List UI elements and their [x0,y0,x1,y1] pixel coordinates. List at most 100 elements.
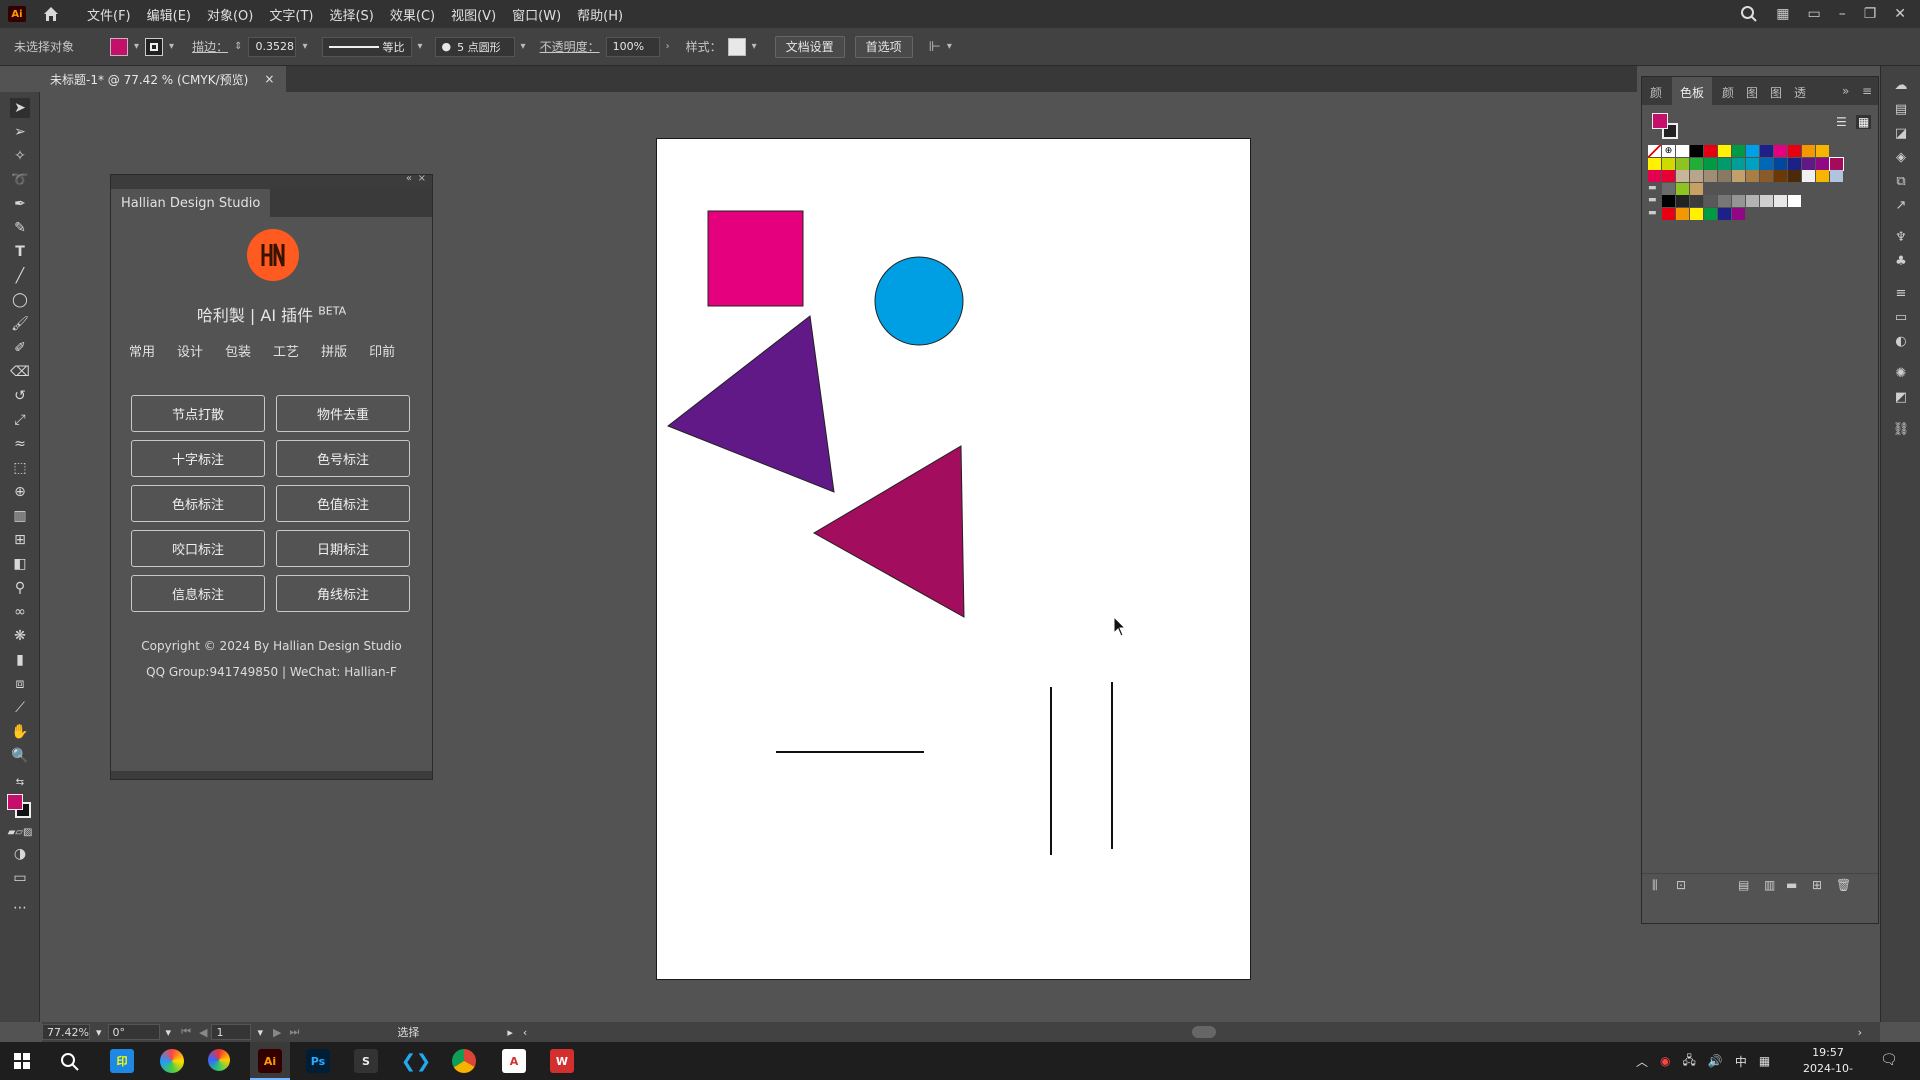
home-icon[interactable] [42,5,60,23]
transparency-icon[interactable]: ◐ [1892,332,1910,350]
color-group-folder-icon[interactable]: ▬ [1648,208,1661,220]
scale-tool-icon[interactable]: ⤢ [10,410,30,430]
scroll-right-icon[interactable]: › [1858,1026,1862,1039]
swatch[interactable] [1704,195,1717,207]
swatch[interactable] [1676,195,1689,207]
tab-transparency[interactable]: 透 [1794,84,1806,101]
brush-select[interactable]: ● 5 点圆形 [434,36,515,57]
folder-icon[interactable]: ▬ [1786,878,1797,892]
zoom-input[interactable]: 77.42% [42,1024,90,1040]
swatch[interactable] [1788,170,1801,182]
taskbar-app-6-icon[interactable]: S [354,1049,378,1073]
paintbrush-tool-icon[interactable]: 🖌 [10,314,30,334]
document-setup-button[interactable]: 文档设置 [774,35,845,58]
swatch[interactable] [1774,145,1787,157]
expand-panel-icon[interactable]: » [1842,84,1849,98]
vscode-taskbar-icon[interactable]: ❮❯ [401,1049,431,1073]
chevron-down-icon[interactable]: ▾ [169,41,174,52]
swatch[interactable] [1802,170,1815,182]
tab-packaging[interactable]: 包装 [225,341,251,360]
preferences-button[interactable]: 首选项 [854,35,913,58]
chevron-down-icon[interactable]: ▾ [96,1026,102,1039]
line-tool-icon[interactable]: ╱ [10,266,30,286]
color-value-mark-button[interactable]: 色值标注 [276,485,410,522]
plugin-panel-titlebar[interactable]: « × [111,173,432,189]
graphic-styles-icon[interactable]: ◩ [1892,388,1910,406]
blue-circle[interactable] [874,256,964,346]
asset-export-icon[interactable]: ↗ [1892,196,1910,214]
document-tab[interactable]: 未标题-1* @ 77.42 % (CMYK/预览) × [42,66,287,92]
swatch[interactable] [1690,182,1703,195]
swatch[interactable] [1746,157,1759,170]
swatch[interactable] [1718,195,1731,207]
swatch[interactable] [1732,207,1745,220]
swatch[interactable] [1746,195,1759,207]
collapse-panel-icon[interactable]: « [406,173,412,184]
close-icon[interactable]: ✕ [1894,6,1906,22]
chevron-down-icon[interactable]: ▾ [134,41,139,52]
swatch[interactable] [1788,195,1801,207]
swatch[interactable] [1788,157,1801,170]
swatch[interactable] [1662,195,1675,207]
cross-mark-button[interactable]: 十字标注 [131,440,265,477]
ellipse-tool-icon[interactable]: ◯ [10,290,30,310]
swatch[interactable] [1774,195,1787,207]
swatch[interactable] [1816,170,1829,182]
swatch[interactable] [1829,156,1844,171]
swatch[interactable] [1760,195,1773,207]
menu-effect[interactable]: 效果(C) [383,3,442,26]
swatch[interactable] [1774,170,1787,182]
gradient-tool-icon[interactable]: ◧ [10,554,30,574]
swatch[interactable] [1746,145,1759,157]
tab-swatches[interactable]: 色板 [1672,77,1713,105]
blend-tool-icon[interactable]: ∞ [10,602,30,622]
color-bar-mark-button[interactable]: 色标标注 [131,485,265,522]
chevron-down-icon[interactable]: ▾ [521,41,526,52]
magenta-triangle[interactable] [812,445,965,618]
brushes-icon[interactable]: ♆ [1892,228,1910,246]
taskbar-app-2-icon[interactable] [160,1049,184,1073]
tab-craft[interactable]: 工艺 [273,341,299,360]
chevron-down-icon[interactable]: ▾ [302,41,307,52]
slice-tool-icon[interactable]: ⟋ [10,698,30,718]
swatch[interactable] [1662,207,1675,220]
swatch-library-icon[interactable]: ⫼ [1652,878,1658,893]
menu-window[interactable]: 窗口(W) [505,3,568,26]
more-tools-icon[interactable]: ⋯ [10,898,30,918]
info-mark-button[interactable]: 信息标注 [131,575,265,612]
search-icon[interactable] [60,1052,80,1072]
swatch[interactable] [1718,145,1731,157]
registration-swatch[interactable]: ⊕ [1662,145,1675,157]
workspace-icon[interactable]: ▭ [1807,6,1820,22]
swatch[interactable] [1690,207,1703,220]
curvature-tool-icon[interactable]: ✎ [10,218,30,238]
swatch[interactable] [1760,145,1773,157]
chevron-up-icon[interactable]: ︿ [1636,1053,1648,1070]
appearance-icon[interactable]: ✺ [1892,364,1910,382]
swatch[interactable] [1690,170,1703,182]
menu-type[interactable]: 文字(T) [262,3,320,26]
align-icon[interactable]: ⊩ [929,39,941,55]
stroke-swatch[interactable] [145,37,164,56]
swatch[interactable] [1774,157,1787,170]
artboard-number-input[interactable]: 1 [211,1024,252,1040]
dedupe-objects-button[interactable]: 物件去重 [276,395,410,432]
chrome-taskbar-icon[interactable] [452,1049,476,1073]
chevron-down-icon[interactable]: ▾ [257,1026,263,1039]
warp-tool-icon[interactable]: ≈ [10,434,30,454]
calendar-icon[interactable]: ▦ [1759,1054,1770,1068]
swatch[interactable] [1760,170,1773,182]
swatch[interactable] [1732,145,1745,157]
menu-edit[interactable]: 编辑(E) [140,3,198,26]
swatch[interactable] [1760,157,1773,170]
swatch[interactable] [1690,157,1703,170]
purple-triangle[interactable] [667,315,835,493]
menu-help[interactable]: 帮助(H) [570,3,630,26]
taskbar-app-3-icon[interactable] [208,1049,230,1071]
acrobat-taskbar-icon[interactable]: A [502,1049,526,1073]
swatch[interactable] [1676,182,1689,195]
new-color-group-icon[interactable]: ▥ [1764,878,1775,892]
stepper-icon[interactable]: ⇕ [234,41,242,52]
menu-select[interactable]: 选择(S) [322,3,380,26]
list-view-icon[interactable]: ☰ [1836,115,1847,129]
